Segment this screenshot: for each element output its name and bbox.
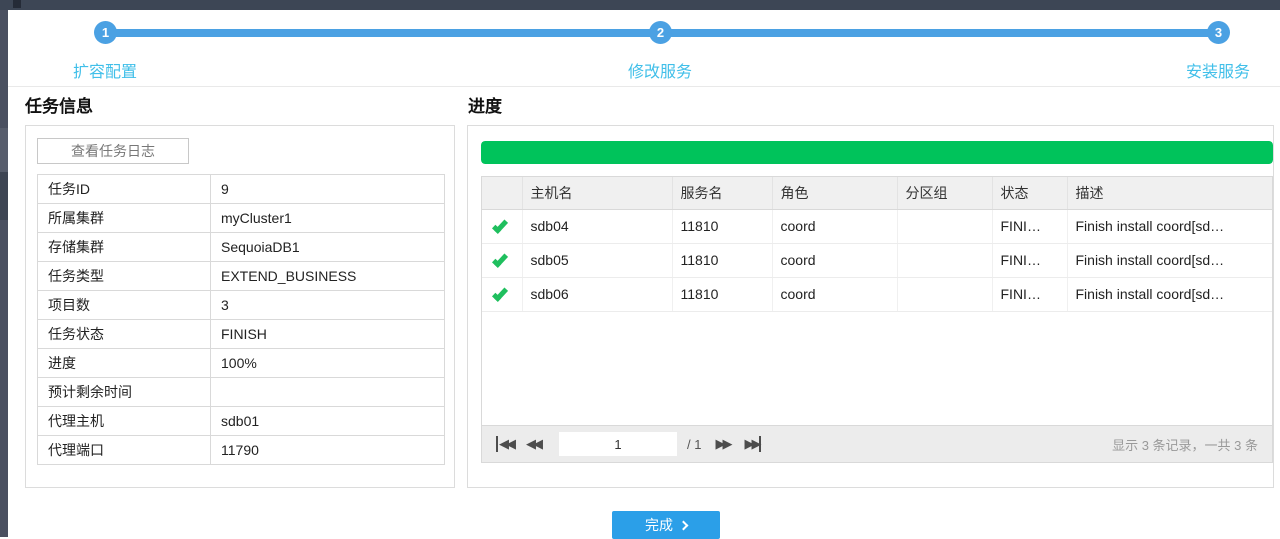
field-value: FINISH (211, 320, 445, 349)
step-1-label: 扩容配置 (45, 58, 165, 82)
window-bar-notch (13, 0, 21, 8)
field-value: 3 (211, 291, 445, 320)
task-info-title: 任务信息 (25, 92, 93, 117)
group-cell (897, 243, 992, 277)
field-label: 代理主机 (38, 407, 211, 436)
table-row: 任务类型EXTEND_BUSINESS (38, 262, 445, 291)
table-row: 进度100% (38, 349, 445, 378)
service-cell: 11810 (672, 277, 772, 311)
role-cell: coord (772, 277, 897, 311)
field-value: myCluster1 (211, 204, 445, 233)
step-3-label: 安装服务 (1158, 58, 1278, 82)
status-cell: FINI… (992, 209, 1067, 243)
sidebar-edge (0, 10, 8, 537)
progress-bar (481, 141, 1273, 164)
desc-cell: Finish install coord[sd… (1067, 209, 1272, 243)
table-row: 任务ID9 (38, 175, 445, 204)
task-info-panel: 查看任务日志 任务ID9 所属集群myCluster1 存储集群SequoiaD… (25, 125, 455, 488)
group-cell (897, 209, 992, 243)
sidebar-edge-band (0, 172, 8, 220)
field-label: 所属集群 (38, 204, 211, 233)
finish-button[interactable]: 完成 (612, 511, 720, 539)
service-cell: 11810 (672, 209, 772, 243)
table-row: sdb05 11810 coord FINI… Finish install c… (482, 243, 1272, 277)
field-label: 预计剩余时间 (38, 378, 211, 407)
record-count-summary: 显示 3 条记录，一共 3 条 (1112, 435, 1258, 454)
success-check-icon (492, 285, 508, 301)
previous-page-icon[interactable]: ◀◀ (526, 436, 543, 452)
next-page-icon[interactable]: ▶▶ (715, 436, 732, 452)
table-row: 任务状态FINISH (38, 320, 445, 349)
pagination-bar: ◀◀ ◀◀ / 1 ▶▶ ▶▶ 显示 3 条记录，一共 3 条 (482, 425, 1272, 462)
progress-panel: 主机名 服务名 角色 分区组 状态 描述 sdb04 11810 coord F… (467, 125, 1274, 488)
role-cell: coord (772, 243, 897, 277)
host-column-header: 主机名 (522, 177, 672, 209)
group-cell (897, 277, 992, 311)
success-check-icon (492, 251, 508, 267)
role-cell: coord (772, 209, 897, 243)
field-label: 项目数 (38, 291, 211, 320)
role-column-header: 角色 (772, 177, 897, 209)
field-value: 11790 (211, 436, 445, 465)
host-cell: sdb05 (522, 243, 672, 277)
step-2-circle: 2 (649, 21, 672, 44)
progress-table-container: 主机名 服务名 角色 分区组 状态 描述 sdb04 11810 coord F… (481, 176, 1273, 463)
field-value (211, 378, 445, 407)
field-label: 代理端口 (38, 436, 211, 465)
last-page-icon[interactable]: ▶▶ (744, 436, 761, 452)
table-header-row: 主机名 服务名 角色 分区组 状态 描述 (482, 177, 1272, 209)
finish-button-label: 完成 (645, 515, 673, 535)
service-cell: 11810 (672, 243, 772, 277)
field-value: 100% (211, 349, 445, 378)
service-column-header: 服务名 (672, 177, 772, 209)
step-wizard: 1 2 3 扩容配置 修改服务 安装服务 (8, 10, 1280, 87)
table-row: 项目数3 (38, 291, 445, 320)
page-total-label: / 1 (687, 437, 701, 452)
status-column-header: 状态 (992, 177, 1067, 209)
table-row: sdb06 11810 coord FINI… Finish install c… (482, 277, 1272, 311)
check-column-header (482, 177, 522, 209)
table-row: sdb04 11810 coord FINI… Finish install c… (482, 209, 1272, 243)
group-column-header: 分区组 (897, 177, 992, 209)
page-number-input[interactable] (559, 432, 677, 456)
field-label: 进度 (38, 349, 211, 378)
field-value: EXTEND_BUSINESS (211, 262, 445, 291)
first-page-icon[interactable]: ◀◀ (496, 436, 516, 452)
task-info-table: 任务ID9 所属集群myCluster1 存储集群SequoiaDB1 任务类型… (37, 174, 445, 465)
table-row: 代理主机sdb01 (38, 407, 445, 436)
top-window-bar (0, 0, 1280, 10)
sidebar-edge-band (0, 128, 8, 172)
step-1-circle: 1 (94, 21, 117, 44)
field-value: sdb01 (211, 407, 445, 436)
row-status-cell (482, 243, 522, 277)
chevron-right-icon (679, 520, 689, 530)
success-check-icon (492, 217, 508, 233)
view-task-log-button[interactable]: 查看任务日志 (37, 138, 189, 164)
table-row: 存储集群SequoiaDB1 (38, 233, 445, 262)
row-status-cell (482, 277, 522, 311)
progress-table: 主机名 服务名 角色 分区组 状态 描述 sdb04 11810 coord F… (482, 177, 1272, 312)
desc-column-header: 描述 (1067, 177, 1272, 209)
row-status-cell (482, 209, 522, 243)
host-cell: sdb06 (522, 277, 672, 311)
progress-title: 进度 (468, 92, 502, 117)
desc-cell: Finish install coord[sd… (1067, 277, 1272, 311)
table-row: 所属集群myCluster1 (38, 204, 445, 233)
table-empty-area (482, 312, 1272, 426)
status-cell: FINI… (992, 277, 1067, 311)
table-row: 预计剩余时间 (38, 378, 445, 407)
progress-bar-fill (481, 141, 1273, 164)
field-label: 任务状态 (38, 320, 211, 349)
host-cell: sdb04 (522, 209, 672, 243)
field-value: SequoiaDB1 (211, 233, 445, 262)
field-value: 9 (211, 175, 445, 204)
desc-cell: Finish install coord[sd… (1067, 243, 1272, 277)
field-label: 任务ID (38, 175, 211, 204)
field-label: 任务类型 (38, 262, 211, 291)
status-cell: FINI… (992, 243, 1067, 277)
step-3-circle: 3 (1207, 21, 1230, 44)
table-row: 代理端口11790 (38, 436, 445, 465)
field-label: 存储集群 (38, 233, 211, 262)
step-2-label: 修改服务 (600, 58, 720, 82)
